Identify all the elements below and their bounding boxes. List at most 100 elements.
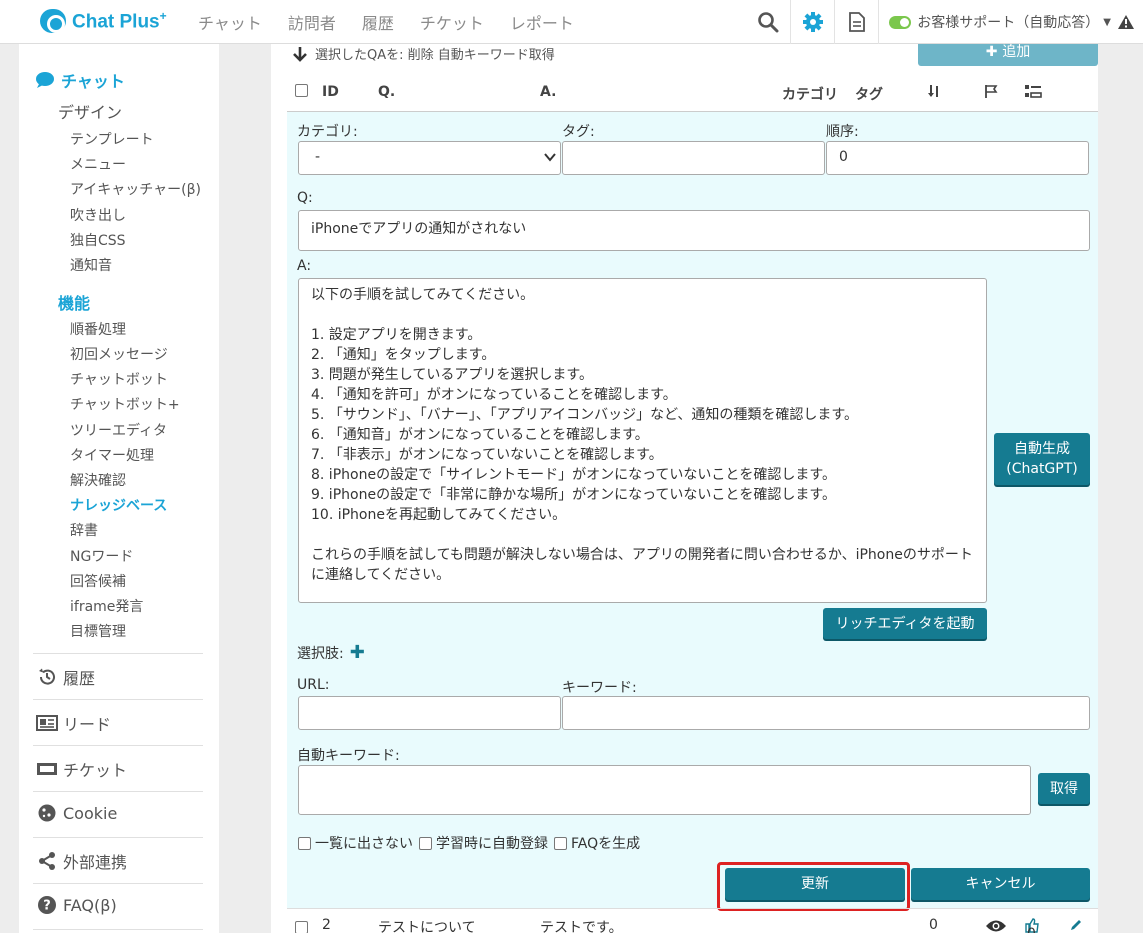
sidebar-item-knowledge-base[interactable]: ナレッジベース	[70, 495, 167, 515]
document-icon	[848, 12, 865, 32]
sidebar-item-tickets[interactable]: チケット	[35, 757, 127, 781]
ticket-icon	[35, 762, 59, 776]
sidebar-item-ng-words[interactable]: NGワード	[70, 546, 133, 566]
row-question: テストについて	[378, 920, 476, 933]
status-text: お客様サポート（自動応答）	[917, 15, 1100, 31]
gear-icon	[802, 12, 823, 32]
nav-visitors[interactable]: 訪問者	[288, 10, 336, 34]
sidebar-item-answer-candidates[interactable]: 回答候補	[70, 571, 126, 591]
keyword-label: キーワード:	[562, 680, 637, 696]
category-label: カテゴリ:	[297, 124, 358, 140]
main-panel: 選択したQAを: 削除 自動キーワード取得 ✚ 追加 ID Q. A. カテゴリ…	[271, 44, 1098, 933]
col-category[interactable]: カテゴリ	[782, 84, 838, 104]
nav-chat[interactable]: チャット	[198, 10, 262, 34]
sidebar-item-iframe[interactable]: iframe発言	[70, 596, 143, 616]
add-button[interactable]: ✚ 追加	[918, 44, 1098, 66]
category-select[interactable]: -	[298, 141, 561, 175]
keyword-input[interactable]	[562, 696, 1090, 730]
sort-icon[interactable]	[927, 84, 941, 102]
logo[interactable]: Chat Plus+	[40, 9, 186, 34]
auto-generate-chatgpt-button[interactable]: 自動生成 (ChatGPT)	[994, 433, 1090, 485]
choices-row: 選択肢: ✚	[297, 642, 365, 663]
sidebar-item-leads[interactable]: リード	[35, 711, 111, 735]
select-all-checkbox[interactable]	[295, 84, 308, 97]
sidebar-item-custom-css[interactable]: 独自CSS	[70, 230, 126, 250]
divider	[33, 791, 203, 792]
fetch-keyword-button[interactable]: 取得	[1038, 773, 1090, 804]
status-dropdown[interactable]: お客様サポート（自動応答） ▼	[878, 0, 1143, 44]
sidebar-item-design[interactable]: デザイン	[58, 99, 122, 123]
edit-pencil-icon[interactable]	[1069, 918, 1083, 933]
status-toggle[interactable]	[889, 15, 912, 29]
chat-bubble-icon	[36, 72, 54, 88]
plus-icon: ✚	[985, 44, 1003, 60]
question-textarea[interactable]: iPhoneでアプリの通知がされない	[298, 210, 1090, 251]
search-icon	[758, 12, 779, 33]
sidebar-item-integrations[interactable]: 外部連携	[35, 849, 127, 873]
settings-button[interactable]	[790, 0, 834, 44]
table-row[interactable]: 2 テストについて テストです。 0 0	[287, 908, 1098, 933]
nav-history[interactable]: 履歴	[362, 10, 394, 34]
document-button[interactable]	[834, 0, 878, 44]
sidebar: チャット デザイン テンプレート メニュー アイキャッチャー(β) 吹き出し 独…	[19, 44, 219, 933]
sidebar-item-menu[interactable]: メニュー	[70, 154, 126, 174]
sidebar-item-cookie[interactable]: Cookie	[35, 803, 117, 823]
auto-register-checkbox[interactable]	[419, 836, 432, 850]
sidebar-item-tree-editor[interactable]: ツリーエディタ	[70, 420, 167, 440]
sidebar-item-balloon[interactable]: 吹き出し	[70, 205, 126, 225]
auto-keyword-textarea[interactable]	[298, 765, 1031, 815]
cancel-button[interactable]: キャンセル	[911, 868, 1090, 900]
col-tag[interactable]: タグ	[855, 84, 883, 104]
options-checkboxes: 一覧に出さない 学習時に自動登録 FAQを生成	[298, 833, 646, 853]
add-choice-plus-icon[interactable]: ✚	[350, 642, 365, 663]
url-input[interactable]	[298, 696, 561, 730]
q-label: Q:	[297, 190, 313, 206]
sidebar-item-history[interactable]: 履歴	[35, 665, 95, 689]
divider	[33, 699, 203, 700]
nav-reports[interactable]: レポート	[510, 10, 574, 34]
sidebar-section-features[interactable]: 機能	[58, 290, 90, 314]
rich-editor-button[interactable]: リッチエディタを起動	[823, 608, 987, 639]
sidebar-item-faq[interactable]: ? FAQ(β)	[35, 895, 117, 915]
sidebar-item-chat[interactable]: チャット	[35, 68, 125, 92]
sidebar-item-queue[interactable]: 順番処理	[70, 319, 126, 339]
divider	[33, 653, 203, 654]
flag-icon[interactable]	[984, 84, 998, 103]
col-q[interactable]: Q.	[378, 84, 395, 100]
divider	[33, 745, 203, 746]
sidebar-item-template[interactable]: テンプレート	[70, 129, 154, 149]
order-input[interactable]: 0	[826, 141, 1089, 175]
warning-icon[interactable]	[1117, 14, 1135, 30]
col-a[interactable]: A.	[540, 84, 556, 100]
like-button[interactable]: 0	[1025, 918, 1039, 933]
hide-from-list-checkbox[interactable]	[298, 836, 311, 850]
sidebar-item-goals[interactable]: 目標管理	[70, 621, 126, 641]
nav-tickets[interactable]: チケット	[420, 10, 484, 34]
sidebar-item-eyecatcher[interactable]: アイキャッチャー(β)	[70, 179, 201, 199]
answer-textarea[interactable]: 以下の手順を試してみてください。 1. 設定アプリを開きます。 2. 「通知」を…	[298, 278, 987, 603]
top-nav: チャット 訪問者 履歴 チケット レポート	[198, 10, 600, 34]
row-checkbox[interactable]	[295, 921, 308, 933]
sidebar-item-timer[interactable]: タイマー処理	[70, 445, 154, 465]
divider	[33, 929, 203, 930]
list-settings-icon[interactable]	[1024, 84, 1042, 103]
sidebar-item-dictionary[interactable]: 辞書	[70, 520, 98, 540]
sidebar-item-resolve-check[interactable]: 解決確認	[70, 470, 126, 490]
col-id[interactable]: ID	[322, 84, 339, 100]
share-icon	[35, 851, 59, 871]
auto-keyword-label: 自動キーワード:	[297, 748, 400, 764]
eye-icon[interactable]	[985, 919, 1007, 933]
bulk-action-text[interactable]: 選択したQAを: 削除 自動キーワード取得	[315, 48, 555, 63]
sidebar-item-chatbot-plus[interactable]: チャットボット+	[70, 394, 180, 414]
generate-faq-checkbox[interactable]	[554, 836, 567, 850]
row-order: 0	[929, 917, 938, 933]
id-card-icon	[35, 715, 59, 731]
chat-plus-logo-icon	[40, 9, 66, 34]
a-label: A:	[297, 258, 312, 274]
sidebar-item-first-message[interactable]: 初回メッセージ	[70, 344, 168, 364]
arrow-down-icon	[293, 47, 307, 62]
sidebar-item-chatbot[interactable]: チャットボット	[70, 369, 168, 389]
tag-input[interactable]	[562, 141, 825, 175]
search-button[interactable]	[746, 0, 790, 44]
sidebar-item-notify-sound[interactable]: 通知音	[70, 255, 112, 275]
